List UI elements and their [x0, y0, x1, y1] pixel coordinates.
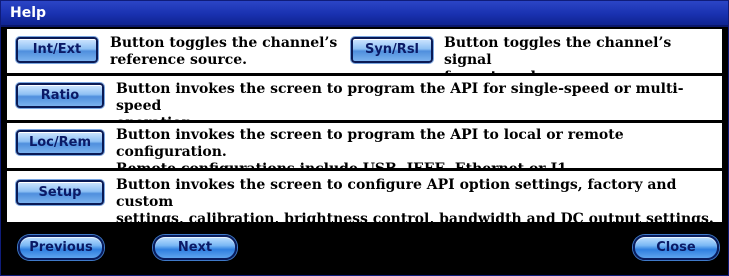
syn-rsl-button[interactable]: Syn/Rsl: [351, 37, 433, 63]
setup-button-label: Setup: [38, 185, 82, 200]
close-button[interactable]: Close: [633, 235, 719, 260]
loc-rem-description-line1: Button invokes the screen to program the…: [116, 127, 624, 160]
next-button-label: Next: [177, 240, 213, 255]
syn-rsl-description-line1: Button toggles the channel’s signal: [444, 35, 672, 68]
loc-rem-button-label: Loc/Rem: [28, 135, 92, 150]
close-button-label: Close: [656, 240, 696, 255]
window-title: Help: [10, 5, 47, 21]
previous-button[interactable]: Previous: [18, 235, 104, 260]
syn-rsl-button-label: Syn/Rsl: [364, 42, 420, 57]
help-row-ratio: Ratio Button invokes the screen to progr…: [7, 76, 722, 131]
title-bar: Help: [1, 1, 728, 27]
ratio-button-label: Ratio: [40, 88, 80, 103]
setup-description-line1: Button invokes the screen to configure A…: [116, 177, 677, 210]
loc-rem-button[interactable]: Loc/Rem: [16, 130, 104, 155]
help-window: Help Int/Ext Button toggles the channel’…: [0, 0, 729, 276]
setup-description: Button invokes the screen to configure A…: [116, 177, 720, 228]
ratio-description-line1: Button invokes the screen to program the…: [116, 81, 684, 114]
help-row-int-ext-syn-rsl: Int/Ext Button toggles the channel’s ref…: [7, 29, 722, 85]
footer-bar: Previous Next Close: [1, 223, 728, 275]
help-content: Int/Ext Button toggles the channel’s ref…: [7, 29, 722, 227]
int-ext-button-label: Int/Ext: [32, 42, 82, 57]
int-ext-description: Button toggles the channel’s reference s…: [110, 35, 350, 69]
ratio-button[interactable]: Ratio: [16, 83, 104, 108]
help-row-setup: Setup Button invokes the screen to confi…: [7, 171, 722, 227]
setup-button[interactable]: Setup: [16, 180, 104, 205]
int-ext-button[interactable]: Int/Ext: [16, 37, 98, 63]
int-ext-description-line2: reference source.: [110, 52, 248, 68]
help-row-loc-rem: Loc/Rem Button invokes the screen to pro…: [7, 123, 722, 177]
previous-button-label: Previous: [29, 240, 93, 255]
int-ext-description-line1: Button toggles the channel’s: [110, 35, 338, 51]
next-button[interactable]: Next: [153, 235, 237, 260]
